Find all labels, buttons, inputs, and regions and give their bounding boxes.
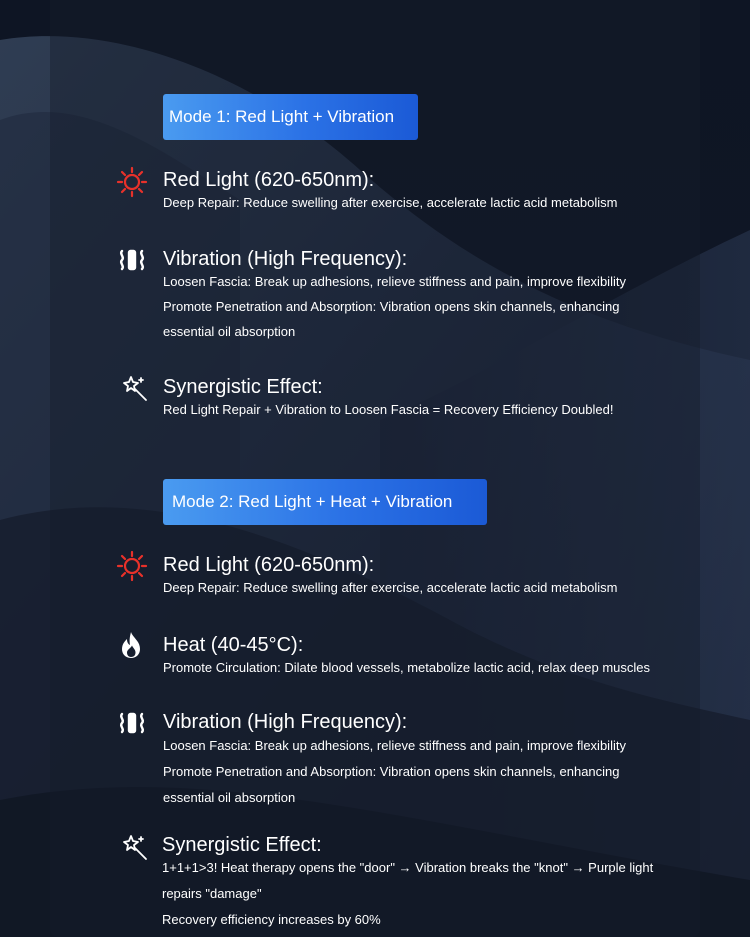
mode1-vibration-line: Loosen Fascia: Break up adhesions, relie… xyxy=(163,274,626,289)
vibration-icon xyxy=(119,712,145,734)
mode1-vibration-line: essential oil absorption xyxy=(163,324,296,339)
mode1-badge: Mode 1: Red Light + Vibration xyxy=(163,94,418,140)
flame-icon xyxy=(122,632,140,658)
mode2-vibration-line: Promote Penetration and Absorption: Vibr… xyxy=(163,764,620,779)
mode1-synergy: Synergistic Effect: Red Light Repair + V… xyxy=(163,375,613,421)
mode1-red-light-desc: Deep Repair: Reduce swelling after exerc… xyxy=(163,195,618,210)
mode1-vibration-title: Vibration (High Frequency): xyxy=(163,248,408,270)
mode1-vibration: Vibration (High Frequency): Loosen Fasci… xyxy=(163,247,626,344)
mode1-red-light: Red Light (620-650nm): Deep Repair: Redu… xyxy=(163,168,618,214)
sun-icon xyxy=(116,550,148,582)
mode1-synergy-desc: Red Light Repair + Vibration to Loosen F… xyxy=(163,402,614,417)
mode2-synergy-line: 1+1+1>3! Heat therapy opens the "door" →… xyxy=(162,860,654,875)
vibration-icon xyxy=(119,249,145,271)
mode2-vibration: Vibration (High Frequency): Loosen Fasci… xyxy=(163,710,626,811)
mode2-badge: Mode 2: Red Light + Heat + Vibration xyxy=(163,479,487,525)
mode1-vibration-line: Promote Penetration and Absorption: Vibr… xyxy=(163,299,620,314)
mode2-heat-desc: Promote Circulation: Dilate blood vessel… xyxy=(163,660,650,675)
mode2-red-light-title: Red Light (620-650nm): xyxy=(163,554,375,576)
mode2-heat-title: Heat (40-45°C): xyxy=(163,634,304,656)
mode1-red-light-title: Red Light (620-650nm): xyxy=(163,169,375,191)
mode2-vibration-title: Vibration (High Frequency): xyxy=(163,711,408,733)
mode2-synergy-line: Recovery efficiency increases by 60% xyxy=(162,912,381,927)
mode2-vibration-line: Loosen Fascia: Break up adhesions, relie… xyxy=(163,738,626,753)
magic-wand-icon xyxy=(123,376,147,401)
mode2-synergy: Synergistic Effect: 1+1+1>3! Heat therap… xyxy=(162,833,653,933)
mode2-synergy-title: Synergistic Effect: xyxy=(162,834,322,856)
mode1-synergy-title: Synergistic Effect: xyxy=(163,376,323,398)
mode2-red-light: Red Light (620-650nm): Deep Repair: Redu… xyxy=(163,553,618,599)
mode2-red-light-desc: Deep Repair: Reduce swelling after exerc… xyxy=(163,580,618,595)
sun-icon xyxy=(116,166,148,198)
mode2-synergy-line: repairs "damage" xyxy=(162,886,262,901)
mode2-vibration-line: essential oil absorption xyxy=(163,790,296,805)
magic-wand-icon xyxy=(123,835,147,860)
mode2-heat: Heat (40-45°C): Promote Circulation: Dil… xyxy=(163,633,650,679)
